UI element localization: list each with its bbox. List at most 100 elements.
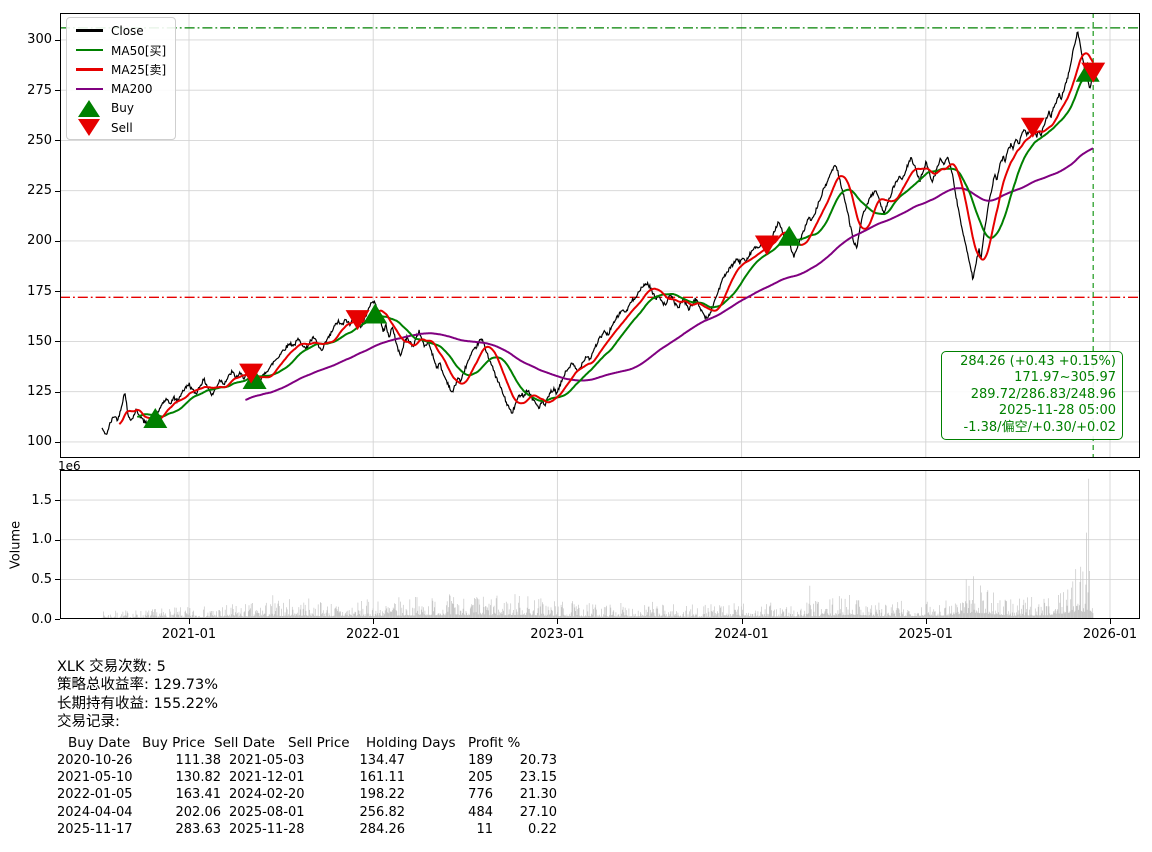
- legend-line: [75, 48, 103, 52]
- price-ytick-label: 250: [27, 132, 52, 148]
- trade-cell: 2024-02-20: [229, 787, 305, 803]
- trade-cell: 205: [468, 769, 493, 785]
- summary-line: 长期持有收益: 155.22%: [57, 695, 219, 712]
- trade-row: 2022-01-05 163.41 2024-02-20 198.22 776 21.30: [57, 786, 557, 803]
- trade-cell: 27.10: [519, 804, 557, 820]
- x-tick-mark: [1110, 619, 1111, 624]
- legend-label: MA25[卖]: [111, 62, 167, 77]
- annotation-line: 2025-11-28 05:00: [998, 403, 1116, 419]
- trade-cell: 2025-11-17: [57, 821, 133, 837]
- x-tick-label: 2025-01: [898, 627, 953, 642]
- trades-col-header: Sell Price: [288, 734, 350, 751]
- trade-cell: 2021-05-10: [57, 769, 133, 785]
- legend-label: Buy: [111, 101, 134, 116]
- summary-lines: XLK 交易次数: 5 策略总收益率: 129.73% 长期持有收益: 155.22…: [57, 658, 557, 732]
- trade-row: 2024-04-04 202.06 2025-08-01 256.82 484 27.10: [57, 804, 557, 821]
- stock-strategy-figure: 100 125 150 175 200 225 250 275 300 0.0 0.5 1.0 1.5…: [0, 0, 1152, 852]
- x-tick-label: 2021-01: [161, 627, 217, 642]
- price-ytick-mark: [55, 240, 60, 242]
- trades-table: 2020-10-26 111.38 2021-05-03 134.47 189 20.73…: [57, 752, 557, 838]
- sell-marker: [754, 235, 779, 256]
- trade-cell: 283.63: [175, 821, 222, 837]
- chart-legend: Close MA50[买] MA25[卖] MA200 Buy Sell: [66, 17, 176, 141]
- price-ytick-mark: [55, 90, 60, 92]
- x-tick-label: 2022-01: [346, 627, 401, 642]
- price-ytick-mark: [55, 39, 60, 41]
- x-tick-mark: [373, 619, 375, 624]
- trade-cell: 134.47: [359, 752, 406, 768]
- x-tick-mark: [189, 619, 190, 624]
- trade-cell: 2022-01-05: [57, 787, 133, 803]
- price-ytick-label: 125: [27, 384, 52, 400]
- trades-col-header: Profit %: [468, 734, 521, 751]
- volume-axis-label: Volume: [8, 520, 24, 570]
- legend-line-swatch: [74, 68, 104, 71]
- trade-row: 2020-10-26 111.38 2021-05-03 134.47 189 20.73: [57, 752, 557, 769]
- price-ytick-mark: [55, 341, 60, 343]
- summary-line: XLK 交易次数: 5: [57, 659, 166, 675]
- volume-ytick-mark: [55, 619, 60, 620]
- legend-label: MA50[买]: [111, 43, 167, 58]
- legend-line: [75, 68, 103, 71]
- quote-annotation-box: 284.26 (+0.43 +0.15%) 171.97~305.97 289.72…: [941, 351, 1123, 441]
- trade-row: 2025-11-17 283.63 2025-11-28 284.26 11 0.22: [57, 821, 557, 838]
- price-ytick-label: 275: [27, 82, 52, 98]
- trade-cell: 163.41: [175, 787, 222, 803]
- legend-line-swatch: [74, 87, 104, 91]
- annotation-line: 171.97~305.97: [1014, 370, 1116, 386]
- legend-label: Sell: [111, 120, 133, 135]
- trade-cell: 256.82: [359, 804, 406, 820]
- annotation-line: 284.26 (+0.43 +0.15%): [960, 354, 1116, 369]
- x-tick-label: 2023-01: [530, 627, 585, 642]
- trades-col-header: Buy Price: [142, 734, 206, 751]
- x-tick-mark: [925, 619, 927, 624]
- trade-cell: 20.73: [519, 752, 557, 768]
- price-ytick-label: 100: [27, 434, 52, 450]
- volume-multiplier-label: 1e6: [58, 459, 81, 473]
- trade-cell: 23.15: [519, 769, 557, 785]
- annotation-line: -1.38/偏空/+0.30/+0.02: [963, 419, 1116, 435]
- trade-cell: 202.06: [175, 804, 222, 820]
- price-ytick-label: 200: [27, 233, 52, 249]
- legend-item: Buy: [67, 99, 175, 118]
- trade-cell: 189: [468, 752, 493, 768]
- trade-cell: 2025-11-28: [229, 821, 305, 837]
- trade-cell: 2021-12-01: [229, 769, 305, 785]
- trade-cell: 2025-08-01: [229, 804, 305, 820]
- trade-cell: 484: [468, 804, 493, 820]
- volume-ytick-mark: [55, 579, 60, 581]
- volume-ytick-mark: [55, 500, 60, 502]
- price-ytick-mark: [55, 190, 60, 192]
- trade-cell: 198.22: [359, 787, 406, 803]
- legend-line: [75, 29, 103, 32]
- price-ytick-mark: [55, 391, 60, 393]
- x-tick-label: 2024-01: [714, 627, 769, 642]
- trades-col-header: Sell Date: [214, 734, 275, 751]
- strategy-summary: XLK 交易次数: 5 策略总收益率: 129.73% 长期持有收益: 155.22…: [57, 658, 557, 838]
- legend-item: MA25[卖]: [67, 60, 175, 79]
- x-tick-mark: [741, 619, 743, 624]
- legend-line-swatch: [74, 48, 104, 52]
- x-tick-mark: [557, 619, 559, 624]
- price-ytick-mark: [55, 291, 60, 293]
- summary-line: 策略总收益率: 129.73%: [57, 677, 219, 694]
- trade-cell: 11: [476, 821, 493, 837]
- price-ytick-label: 300: [27, 32, 52, 48]
- legend-line: [75, 87, 103, 91]
- legend-item: MA50[买]: [67, 40, 175, 59]
- volume-ytick-label: 0.0: [31, 611, 52, 627]
- price-ytick-mark: [55, 441, 60, 443]
- trades-col-header: Buy Date: [68, 734, 131, 751]
- trade-cell: 21.30: [519, 787, 557, 803]
- volume-chart: [60, 470, 1140, 619]
- volume-ytick-label: 0.5: [31, 571, 52, 587]
- price-ytick-label: 175: [27, 283, 52, 299]
- trade-cell: 111.38: [175, 752, 222, 768]
- legend-item: MA200: [67, 79, 175, 98]
- x-tick-label: 2026-01: [1082, 627, 1138, 642]
- trade-cell: 2024-04-04: [57, 804, 133, 820]
- legend-item: Close: [67, 21, 175, 40]
- volume-ytick-mark: [55, 539, 60, 541]
- sell-triangle-icon: [74, 119, 104, 137]
- price-ytick-label: 150: [27, 333, 52, 349]
